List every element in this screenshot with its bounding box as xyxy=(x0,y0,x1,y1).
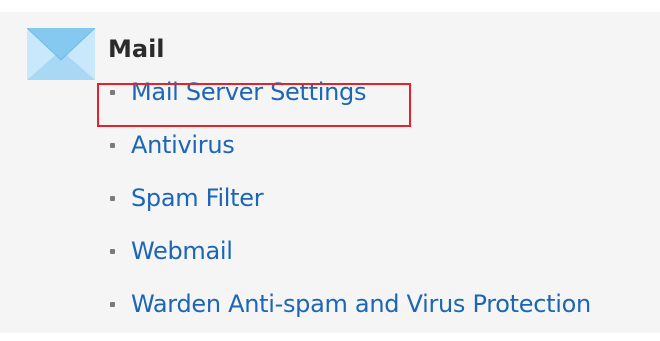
list-item: Webmail xyxy=(110,235,591,288)
bullet-icon xyxy=(110,302,115,307)
spam-filter-link[interactable]: Spam Filter xyxy=(131,182,264,214)
bullet-icon xyxy=(110,196,115,201)
list-item: Warden Anti-spam and Virus Protection xyxy=(110,288,591,341)
warden-link[interactable]: Warden Anti-spam and Virus Protection xyxy=(131,288,591,320)
bullet-icon xyxy=(110,249,115,254)
mail-envelope-icon xyxy=(27,28,95,80)
highlight-box xyxy=(97,83,411,127)
bullet-icon xyxy=(110,143,115,148)
list-item: Antivirus xyxy=(110,129,591,182)
antivirus-link[interactable]: Antivirus xyxy=(131,129,235,161)
section-title: Mail xyxy=(108,35,165,63)
webmail-link[interactable]: Webmail xyxy=(131,235,233,267)
list-item: Spam Filter xyxy=(110,182,591,235)
